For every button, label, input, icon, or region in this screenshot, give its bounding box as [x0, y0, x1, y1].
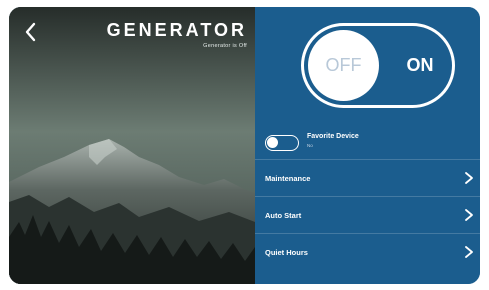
chevron-right-icon	[465, 172, 473, 184]
hero-photo: GENERATOR Generator is Off	[9, 7, 255, 284]
favorite-label: Favorite Device	[307, 133, 359, 140]
device-screen: GENERATOR Generator is Off OFF ON Favori…	[9, 7, 480, 284]
power-off-label: OFF	[325, 55, 362, 75]
menu-item-label: Quiet Hours	[265, 248, 308, 257]
chevron-left-icon	[25, 22, 36, 42]
power-off-knob[interactable]: OFF	[308, 30, 379, 101]
switch-knob	[267, 137, 278, 148]
power-toggle[interactable]: OFF ON	[301, 23, 455, 108]
menu-item-quiet-hours[interactable]: Quiet Hours	[255, 233, 480, 270]
chevron-right-icon	[465, 246, 473, 258]
back-button[interactable]	[19, 19, 41, 45]
menu-item-auto-start[interactable]: Auto Start	[255, 196, 480, 233]
status-text: Generator is Off	[203, 43, 247, 49]
menu-item-maintenance[interactable]: Maintenance	[255, 159, 480, 196]
favorite-switch[interactable]	[265, 135, 299, 151]
menu-item-label: Maintenance	[265, 174, 311, 183]
page-title: GENERATOR	[106, 20, 247, 40]
favorite-device-row: Favorite Device No	[255, 125, 480, 159]
favorite-value: No	[307, 143, 313, 148]
menu-item-label: Auto Start	[265, 211, 302, 220]
power-on-label: ON	[406, 55, 434, 75]
chevron-right-icon	[465, 209, 473, 221]
power-on-option[interactable]: ON	[400, 26, 440, 105]
control-panel: OFF ON Favorite Device No Maintenance Au…	[255, 7, 480, 284]
